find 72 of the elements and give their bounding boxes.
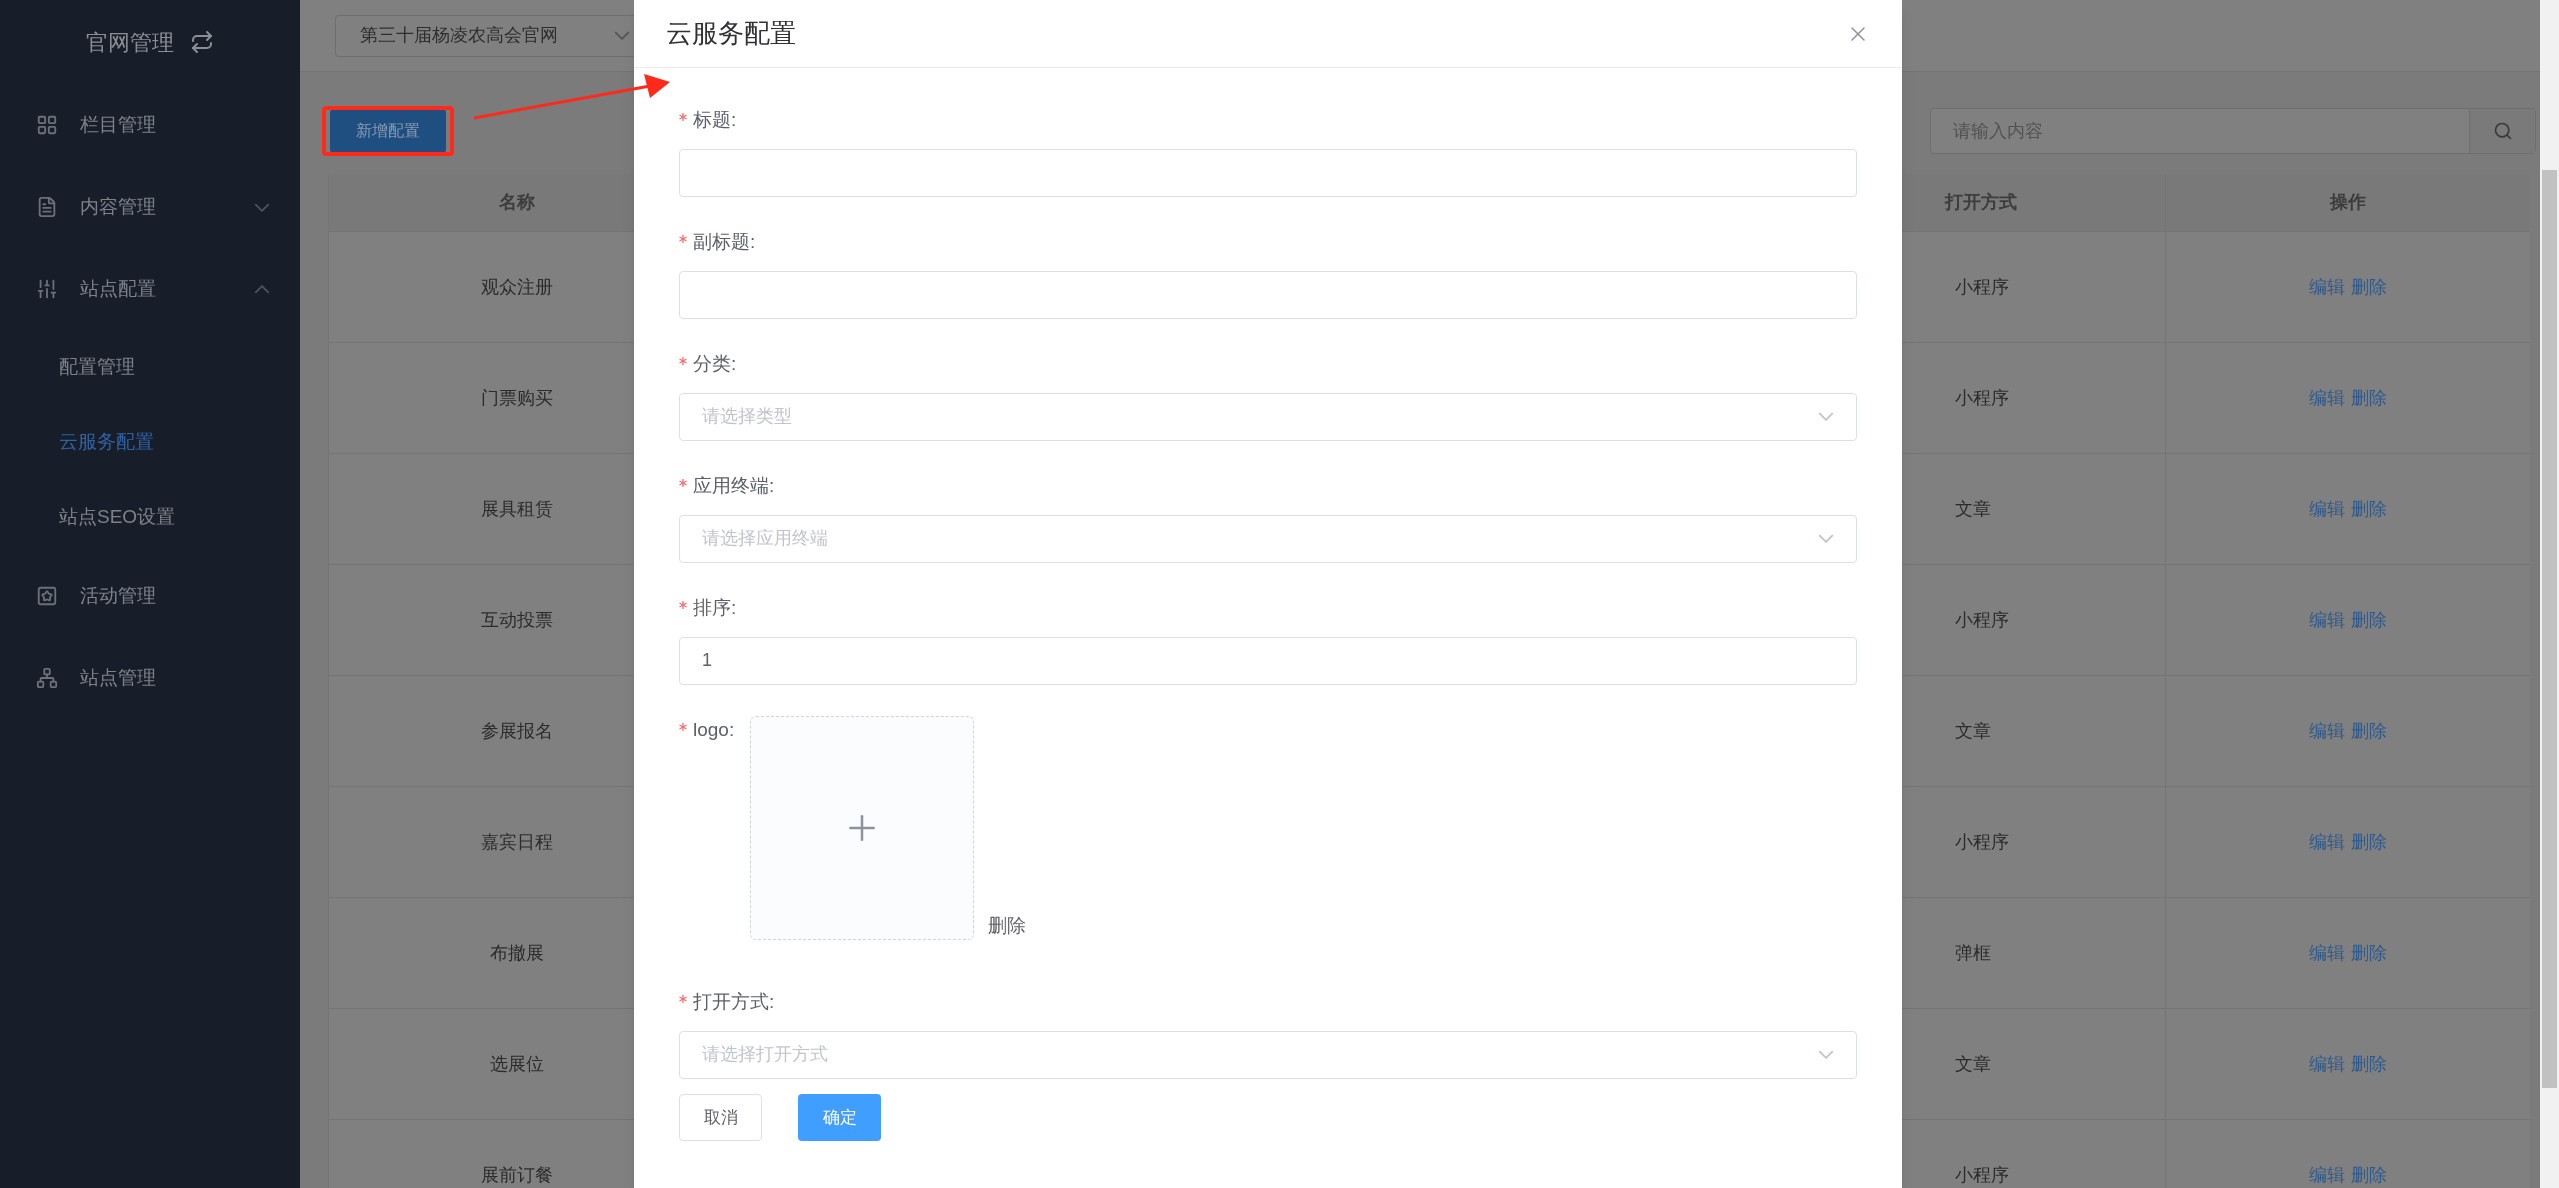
field-label: 打开方式: xyxy=(693,990,775,1014)
menu-item[interactable]: 站点配置 xyxy=(0,248,300,330)
select-field[interactable]: 请选择类型 xyxy=(679,392,1857,441)
field-label: 排序: xyxy=(693,596,737,620)
grid-icon xyxy=(36,114,58,136)
scrollbar[interactable] xyxy=(2540,0,2559,1188)
delete-link[interactable]: 删除 xyxy=(2351,384,2387,412)
app-title: 官网管理 xyxy=(86,28,174,57)
chevron-down-icon xyxy=(1818,412,1834,421)
delete-link[interactable]: 删除 xyxy=(2351,495,2387,523)
delete-link[interactable]: 删除 xyxy=(988,911,1027,940)
delete-link[interactable]: 删除 xyxy=(2351,1050,2387,1078)
chevron-down-icon xyxy=(1818,534,1834,543)
menu-item[interactable]: 内容管理 xyxy=(0,166,300,248)
field-label: 分类: xyxy=(693,352,737,376)
edit-link[interactable]: 编辑 xyxy=(2309,1050,2345,1078)
chevron-down-icon xyxy=(614,31,630,40)
submenu-item[interactable]: 云服务配置 xyxy=(0,405,300,480)
submenu-item[interactable]: 配置管理 xyxy=(0,330,300,405)
menu-item[interactable]: 活动管理 xyxy=(0,555,300,637)
table-cell-text: 门票购买 xyxy=(481,386,553,410)
delete-link[interactable]: 删除 xyxy=(2351,828,2387,856)
edit-link[interactable]: 编辑 xyxy=(2309,717,2345,745)
table-cell-text: 嘉宾日程 xyxy=(481,830,553,854)
text-field[interactable]: 1 xyxy=(679,636,1857,685)
edit-link[interactable]: 编辑 xyxy=(2309,273,2345,301)
delete-link[interactable]: 删除 xyxy=(2351,939,2387,967)
table-cell-text: 展具租赁 xyxy=(481,497,553,521)
chevron-down-icon xyxy=(254,202,270,212)
submenu-item[interactable]: 站点SEO设置 xyxy=(0,480,300,555)
cancel-button[interactable]: 取消 xyxy=(679,1094,762,1141)
delete-link[interactable]: 删除 xyxy=(2351,606,2387,634)
hierarchy-icon xyxy=(36,667,58,689)
column-header: 名称 xyxy=(498,191,536,214)
field-label: 标题: xyxy=(693,108,737,132)
select-field[interactable]: 请选择应用终端 xyxy=(679,514,1857,563)
table-cell-text: 选展位 xyxy=(490,1052,544,1076)
select-field[interactable]: 请选择打开方式 xyxy=(679,1030,1857,1079)
switch-icon[interactable] xyxy=(190,30,214,54)
column-header: 操作 xyxy=(2329,191,2367,214)
edit-link[interactable]: 编辑 xyxy=(2309,1161,2345,1188)
menu-item[interactable]: 站点管理 xyxy=(0,637,300,719)
sliders-icon xyxy=(36,278,58,300)
add-config-button[interactable]: 新增配置 xyxy=(330,109,446,153)
field-label: logo: xyxy=(693,718,735,742)
chevron-down-icon xyxy=(1818,1050,1834,1059)
delete-link[interactable]: 删除 xyxy=(2351,717,2387,745)
menu-item[interactable]: 栏目管理 xyxy=(0,84,300,166)
text-field[interactable] xyxy=(679,270,1857,319)
table-cell-text: 参展报名 xyxy=(481,719,553,743)
document-icon xyxy=(36,196,58,218)
search-icon xyxy=(2492,121,2513,141)
confirm-button[interactable]: 确定 xyxy=(798,1094,881,1141)
edit-link[interactable]: 编辑 xyxy=(2309,384,2345,412)
text-field[interactable] xyxy=(679,148,1857,197)
table-cell-text: 展前订餐 xyxy=(481,1163,553,1187)
search-button[interactable] xyxy=(2469,109,2535,153)
table-cell-text: 观众注册 xyxy=(481,275,553,299)
edit-link[interactable]: 编辑 xyxy=(2309,495,2345,523)
dialog-title: 云服务配置 xyxy=(666,17,796,50)
field-label: 副标题: xyxy=(693,230,756,254)
edit-link[interactable]: 编辑 xyxy=(2309,939,2345,967)
table-cell-text: 互动投票 xyxy=(481,608,553,632)
field-label: 应用终端: xyxy=(693,474,775,498)
chevron-up-icon xyxy=(254,284,270,294)
scrollbar-thumb[interactable] xyxy=(2542,170,2557,1088)
upload-area[interactable] xyxy=(750,716,975,940)
delete-link[interactable]: 删除 xyxy=(2351,273,2387,301)
edit-link[interactable]: 编辑 xyxy=(2309,828,2345,856)
edit-link[interactable]: 编辑 xyxy=(2309,606,2345,634)
delete-link[interactable]: 删除 xyxy=(2351,1161,2387,1188)
table-cell-text: 布撤展 xyxy=(490,941,544,965)
